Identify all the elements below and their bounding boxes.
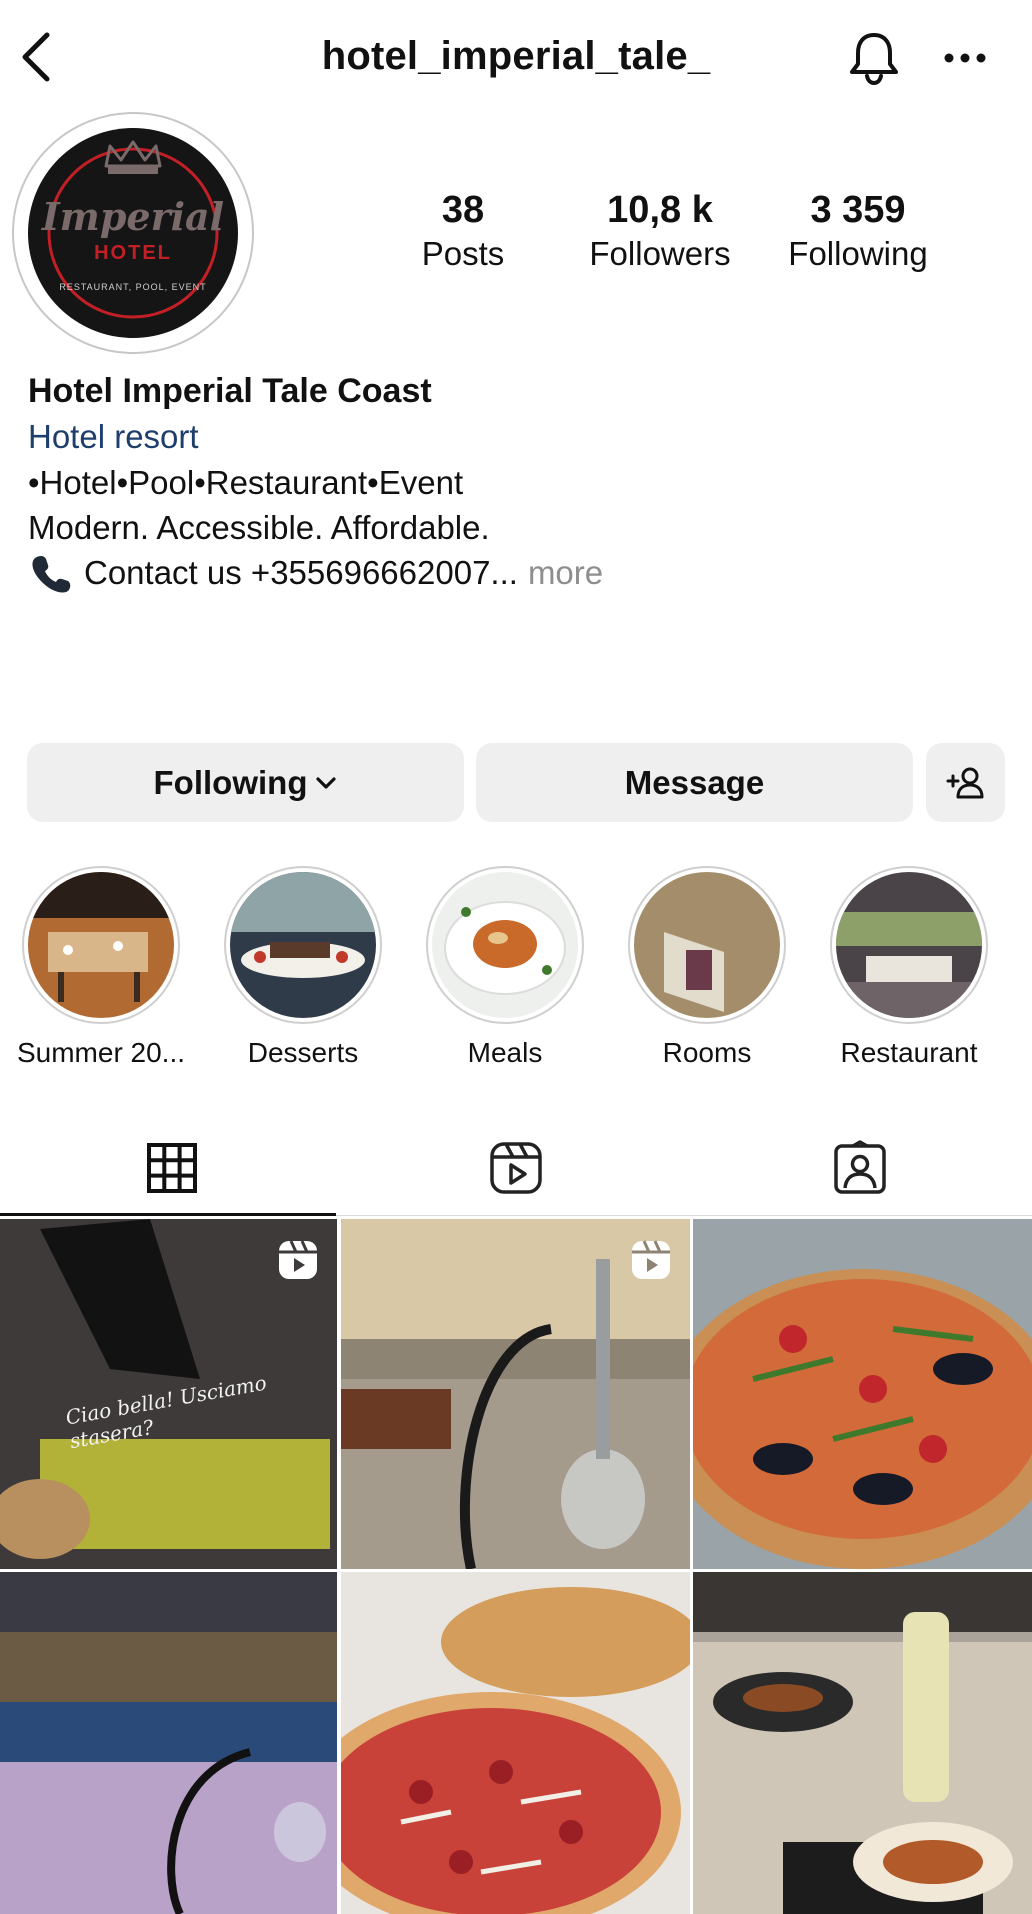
logo-subtext: HOTEL	[94, 242, 172, 264]
post-tile[interactable]	[0, 1572, 337, 1914]
bell-icon	[850, 33, 898, 86]
message-button-label: Message	[624, 763, 765, 801]
post-tile[interactable]: Ciao bella! Usciamo stasera?	[0, 1219, 337, 1569]
highlight-item[interactable]: Desserts	[202, 866, 404, 1070]
profile-category[interactable]: Hotel resort	[28, 414, 1008, 460]
logo-ring-text: RESTAURANT, POOL, EVENT	[59, 282, 207, 292]
followers-stat[interactable]: 10,8 k Followers	[580, 188, 740, 276]
profile-bio: Hotel Imperial Tale Coast Hotel resort •…	[28, 368, 1008, 595]
tab-tagged[interactable]	[688, 1118, 1032, 1218]
options-button[interactable]	[935, 38, 995, 78]
add-user-icon	[946, 767, 983, 798]
chevron-down-icon	[316, 776, 337, 789]
highlight-ring	[830, 866, 988, 1024]
reel-icon	[279, 1240, 317, 1279]
highlight-item[interactable]: Restaurant	[808, 866, 1010, 1070]
highlight-label: Desserts	[247, 1037, 359, 1068]
highlight-ring	[22, 866, 180, 1024]
post-tile[interactable]	[341, 1572, 690, 1914]
bio-line-contact: Contact us +355696662007... more	[28, 550, 1008, 595]
posts-label: Posts	[421, 235, 505, 272]
phone-icon	[32, 555, 71, 593]
profile-actions: Following Message	[27, 743, 1005, 823]
posts-stat[interactable]: 38 Posts	[403, 188, 523, 276]
profile-name: Hotel Imperial Tale Coast	[28, 372, 432, 410]
notifications-button[interactable]	[842, 28, 906, 88]
tab-reels[interactable]	[344, 1118, 688, 1218]
top-bar: hotel_imperial_tale_	[0, 0, 1032, 112]
tagged-icon	[834, 1140, 886, 1194]
following-label: Following	[788, 235, 928, 272]
suggested-users-button[interactable]	[926, 743, 1005, 822]
post-tile[interactable]	[693, 1219, 1032, 1569]
ellipsis-icon	[944, 53, 986, 63]
posts-grid: Ciao bella! Usciamo stasera?	[0, 1219, 1032, 1914]
following-count: 3 359	[810, 189, 906, 231]
profile-tabs	[0, 1118, 1032, 1218]
following-button-label: Following	[153, 763, 308, 801]
following-button[interactable]: Following	[27, 743, 464, 822]
highlight-thumbnail	[230, 872, 376, 1018]
tab-active-indicator	[0, 1213, 336, 1216]
avatar-logo: Imperial HOTEL RESTAURANT, POOL, EVENT	[28, 128, 238, 338]
bio-line-tagline: Modern. Accessible. Affordable.	[28, 509, 490, 546]
logo-text: Imperial	[41, 194, 225, 239]
highlight-label: Summer 20...	[16, 1037, 186, 1068]
contact-text: Contact us +355696662007...	[84, 554, 518, 591]
reels-icon	[490, 1142, 542, 1194]
post-tile[interactable]	[341, 1219, 690, 1569]
posts-count: 38	[441, 189, 485, 231]
grid-icon	[147, 1143, 197, 1193]
bio-line-services: •Hotel•Pool•Restaurant•Event	[28, 464, 464, 501]
highlight-thumbnail	[432, 872, 578, 1018]
highlight-thumbnail	[836, 872, 982, 1018]
post-tile[interactable]	[693, 1572, 1032, 1914]
profile-avatar[interactable]: Imperial HOTEL RESTAURANT, POOL, EVENT	[12, 112, 254, 354]
highlight-item[interactable]: Meals	[404, 866, 606, 1070]
story-highlights: Summer 20... Desserts Meals Rooms Restau…	[0, 866, 1032, 1068]
highlight-thumbnail	[28, 872, 174, 1018]
followers-count: 10,8 k	[607, 189, 713, 231]
highlight-ring	[426, 866, 584, 1024]
highlight-item[interactable]: Summer 20...	[0, 866, 202, 1070]
highlight-label: Restaurant	[840, 1037, 978, 1068]
followers-label: Followers	[589, 235, 731, 272]
highlight-thumbnail	[634, 872, 780, 1018]
bio-more-link[interactable]: more	[528, 550, 603, 595]
following-stat[interactable]: 3 359 Following	[777, 188, 939, 276]
highlight-label: Rooms	[662, 1037, 752, 1068]
highlight-ring	[224, 866, 382, 1024]
highlight-item[interactable]: Rooms	[606, 866, 808, 1070]
tab-posts-grid[interactable]	[0, 1118, 344, 1218]
reel-icon	[632, 1240, 670, 1279]
highlight-label: Meals	[467, 1037, 543, 1068]
message-button[interactable]: Message	[476, 743, 913, 822]
highlight-ring	[628, 866, 786, 1024]
